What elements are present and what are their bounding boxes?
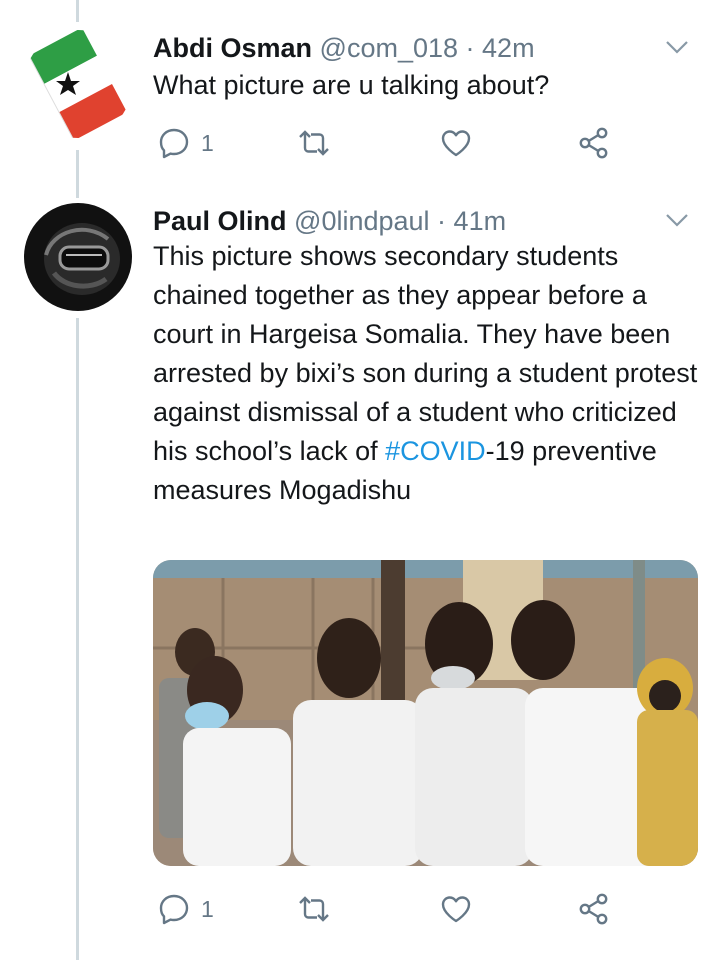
- like-button[interactable]: [439, 889, 473, 929]
- heart-icon: [441, 130, 471, 157]
- retweet-button[interactable]: [297, 889, 331, 929]
- reply-count: 1: [201, 129, 214, 156]
- action-bar: 1: [153, 889, 673, 929]
- retweet-icon: [299, 130, 329, 156]
- helmet-avatar: [24, 203, 132, 311]
- share-button[interactable]: [577, 123, 611, 163]
- share-button[interactable]: [577, 889, 611, 929]
- author-name[interactable]: Abdi Osman: [153, 33, 312, 63]
- retweet-icon: [299, 896, 329, 922]
- action-bar: 1: [153, 123, 673, 163]
- separator: ·: [458, 33, 483, 63]
- author-name[interactable]: Paul Olind: [153, 206, 287, 236]
- chevron-down-icon[interactable]: [664, 38, 690, 56]
- reply-count: 1: [201, 895, 214, 922]
- reply-icon: [159, 894, 189, 925]
- reply-icon: [159, 128, 189, 159]
- avatar[interactable]: [24, 30, 132, 138]
- separator: ·: [429, 206, 454, 236]
- tweet-text: This picture shows secondary students ch…: [153, 237, 698, 510]
- tweet[interactable]: Paul Olind @0lindpaul · 41m This picture…: [0, 203, 720, 943]
- author-handle[interactable]: @com_018: [320, 33, 458, 63]
- tweet-photo[interactable]: [153, 560, 698, 866]
- students-photo: [153, 560, 698, 866]
- author-handle[interactable]: @0lindpaul: [294, 206, 430, 236]
- tweet-text-part: This picture shows secondary students ch…: [153, 241, 698, 466]
- flag-avatar: [24, 30, 132, 138]
- hashtag-link[interactable]: #COVID: [385, 436, 486, 466]
- avatar[interactable]: [24, 203, 132, 311]
- timestamp[interactable]: 41m: [454, 206, 507, 236]
- timestamp[interactable]: 42m: [482, 33, 535, 63]
- tweet-header: Paul Olind @0lindpaul · 41m: [153, 203, 660, 239]
- retweet-button[interactable]: [297, 123, 331, 163]
- like-button[interactable]: [439, 123, 473, 163]
- tweet-text: What picture are u talking about?: [153, 70, 550, 100]
- reply-button[interactable]: 1: [157, 889, 214, 929]
- chevron-down-icon[interactable]: [664, 211, 690, 229]
- heart-icon: [441, 896, 471, 923]
- share-icon: [579, 893, 608, 925]
- thread-line: [76, 0, 79, 22]
- share-icon: [579, 127, 608, 159]
- tweet-header: Abdi Osman @com_018 · 42m: [153, 30, 660, 66]
- tweet[interactable]: Abdi Osman @com_018 · 42m What picture a…: [0, 30, 720, 180]
- reply-button[interactable]: 1: [157, 123, 214, 163]
